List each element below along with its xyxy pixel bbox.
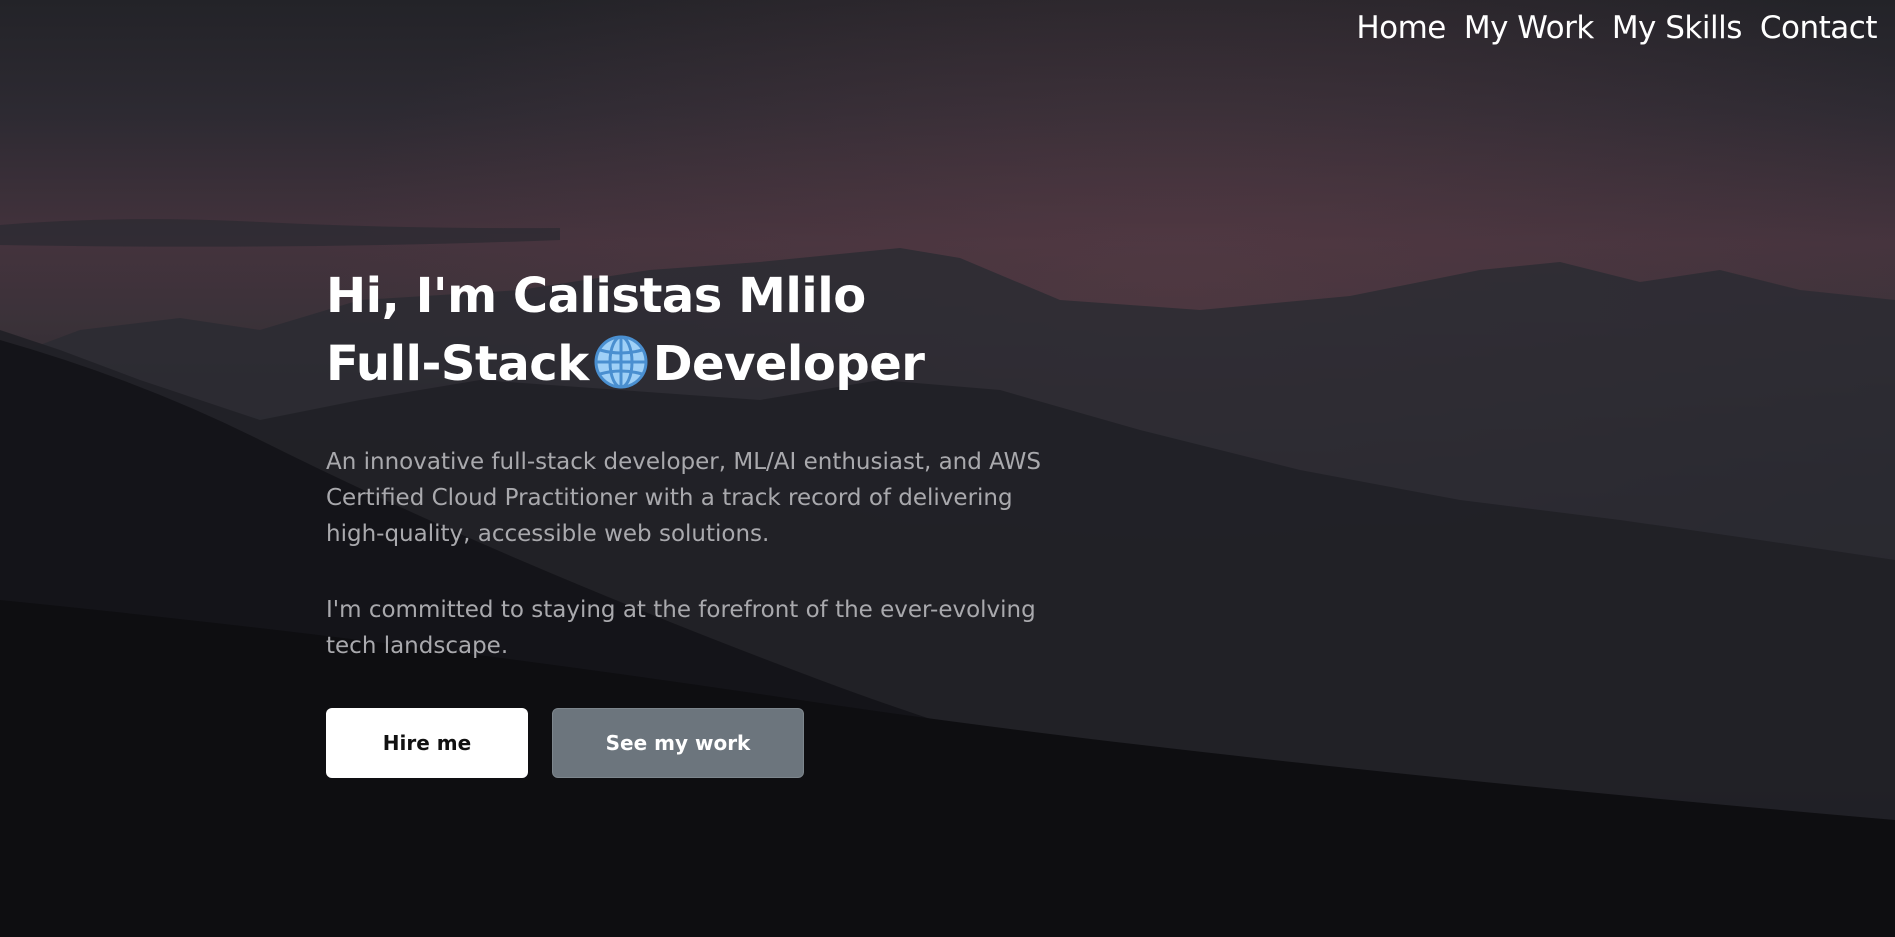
hero-section: Hi, I'm Calistas Mlilo Full-Stack Develo… [326,262,1086,778]
hero-title-role: Full-Stack [326,336,589,392]
hero-buttons: Hire me See my work [326,708,1086,778]
hero-title: Hi, I'm Calistas Mlilo Full-Stack Develo… [326,262,1086,398]
page: Home My Work My Skills Contact Hi, I'm C… [0,0,1895,937]
hero-description-2: I'm committed to staying at the forefron… [326,597,1036,659]
nav-item-my-skills[interactable]: My Skills [1612,10,1743,46]
see-my-work-button[interactable]: See my work [552,708,804,778]
nav-item-my-work[interactable]: My Work [1464,10,1594,46]
hero-title-developer: Developer [652,336,925,392]
hero-title-line-2: Full-Stack Developer [326,330,1086,398]
hero-description-1: An innovative full-stack developer, ML/A… [326,449,1041,547]
hire-me-button[interactable]: Hire me [326,708,528,778]
main-nav: Home My Work My Skills Contact [1356,10,1877,46]
nav-item-contact[interactable]: Contact [1760,10,1878,46]
globe-icon [594,335,648,389]
nav-item-home[interactable]: Home [1356,10,1446,46]
hero-title-line-1: Hi, I'm Calistas Mlilo [326,268,866,324]
